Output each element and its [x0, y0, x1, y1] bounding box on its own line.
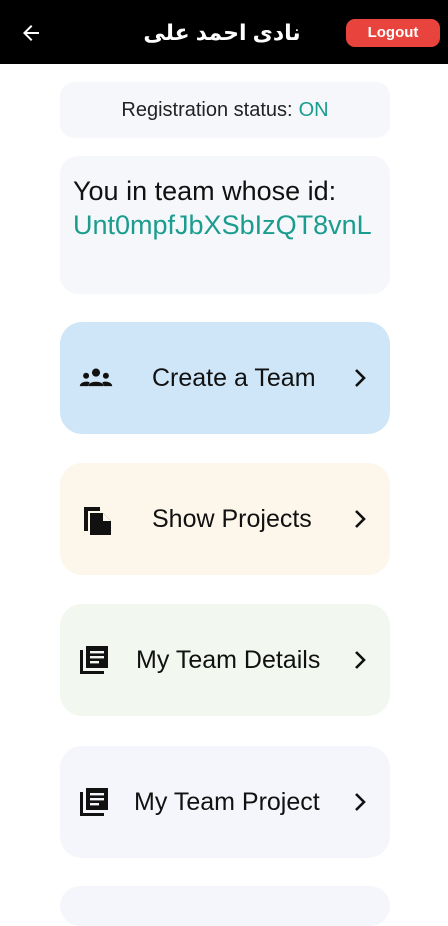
people-icon: [78, 360, 114, 396]
team-id-card: You in team whose id: Unt0mpfJbXSbIzQT8v…: [60, 156, 390, 294]
app-bar: نادی احمد علی Logout: [0, 0, 448, 64]
my-team-details-button[interactable]: My Team Details: [60, 604, 390, 716]
my-team-project-button[interactable]: My Team Project: [60, 746, 390, 858]
my-team-project-label: My Team Project: [134, 788, 320, 816]
back-button[interactable]: [14, 16, 48, 50]
create-team-label: Create a Team: [152, 364, 316, 392]
registration-status-card: Registration status: ON: [60, 82, 390, 138]
team-id-value: Unt0mpfJbXSbIzQT8vnL: [73, 210, 372, 240]
team-id-label: You in team whose id:: [73, 176, 337, 206]
app-title: نادی احمد علی: [143, 20, 301, 45]
show-projects-button[interactable]: Show Projects: [60, 463, 390, 575]
copy-file-icon: [78, 501, 114, 537]
create-team-button[interactable]: Create a Team: [60, 322, 390, 434]
next-menu-card[interactable]: [60, 886, 390, 926]
chevron-right-icon: [348, 505, 372, 533]
registration-status-value: ON: [298, 98, 329, 121]
logout-button[interactable]: Logout: [346, 19, 440, 47]
library-books-icon: [76, 642, 112, 678]
arrow-back-icon: [23, 25, 39, 41]
library-books-icon: [76, 784, 112, 820]
registration-status-label: Registration status:: [121, 98, 293, 121]
chevron-right-icon: [348, 364, 372, 392]
show-projects-label: Show Projects: [152, 505, 312, 533]
chevron-right-icon: [348, 646, 372, 674]
my-team-details-label: My Team Details: [136, 646, 321, 674]
chevron-right-icon: [348, 788, 372, 816]
